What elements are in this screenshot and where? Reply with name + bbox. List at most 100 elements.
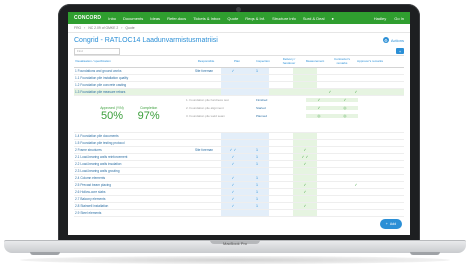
status-cell[interactable] [269, 210, 293, 216]
sub-status-cell[interactable]: ◎ [332, 106, 358, 110]
row-label[interactable]: 1.2 Foundation pile concrete casting [74, 82, 187, 88]
row-label[interactable]: 1.4 Foundation pile documents [74, 133, 187, 139]
table-row[interactable]: 1.3 Foundation pile measure rebars ✓ ✓ [74, 89, 404, 96]
row-label[interactable]: 2.7 Balcony elements [74, 196, 187, 202]
status-cell[interactable]: ✓ [221, 203, 245, 209]
table-row[interactable]: 1.4 Foundation pile documents [74, 133, 404, 140]
nav-item[interactable]: Tickets & Inbox [193, 16, 220, 21]
logout-link[interactable]: Go In [394, 16, 404, 21]
status-cell[interactable] [343, 168, 369, 174]
status-cell[interactable] [221, 75, 245, 81]
status-cell[interactable] [317, 68, 343, 74]
user-menu[interactable]: Hadley [374, 16, 386, 21]
status-cell[interactable]: ✓ [221, 182, 245, 188]
status-cell[interactable]: ✓ [293, 203, 317, 209]
status-cell[interactable] [343, 75, 369, 81]
status-cell[interactable]: ✓ ✓ [221, 147, 245, 153]
status-cell[interactable] [343, 140, 369, 146]
sub-status-cell[interactable]: ✓ [306, 98, 332, 102]
column-header[interactable]: Contractor's remarks [328, 56, 356, 67]
status-cell[interactable]: 1 [245, 68, 269, 74]
row-label[interactable]: 2.2 Load-bearing walls insulation [74, 161, 187, 167]
sub-status-cell[interactable]: ◎ [306, 114, 332, 118]
status-cell[interactable] [269, 175, 293, 181]
status-cell[interactable] [269, 182, 293, 188]
status-cell[interactable] [245, 140, 269, 146]
status-cell[interactable]: ✓ [293, 182, 317, 188]
status-cell[interactable] [317, 133, 343, 139]
table-row[interactable]: 2.4 Column elements ✓ 1 [74, 175, 404, 182]
status-cell[interactable]: ✓ [293, 189, 317, 195]
status-cell[interactable] [269, 89, 293, 95]
app-logo[interactable]: CONCORD [74, 15, 101, 21]
status-cell[interactable]: ✓ [221, 154, 245, 160]
status-cell[interactable] [293, 133, 317, 139]
table-row[interactable]: 2.3 Load-bearing walls grouting [74, 168, 404, 175]
status-cell[interactable] [343, 210, 369, 216]
status-cell[interactable] [245, 168, 269, 174]
status-cell[interactable] [293, 75, 317, 81]
table-row[interactable]: 2.5 Precast beam placing ✓ 1 ✓ ✓ [74, 182, 404, 189]
status-cell[interactable]: ✓ [221, 189, 245, 195]
table-row[interactable]: 1.2 Foundation pile concrete casting [74, 82, 404, 89]
column-header[interactable]: Plan [224, 56, 250, 67]
status-cell[interactable] [269, 196, 293, 202]
table-row[interactable]: 1 Foundations and ground works Site forem… [74, 68, 404, 75]
status-cell[interactable] [269, 133, 293, 139]
sub-inspection-row[interactable]: 3. Foundation pile weld seam Planned ◎ ◎ [186, 112, 404, 120]
add-button[interactable]: + [396, 48, 404, 54]
table-row[interactable]: 1.5 Foundation pile testing protocol [74, 140, 404, 147]
table-row[interactable]: 2 Frame structures Site foreman ✓ ✓ 1 ✓ [74, 147, 404, 154]
status-cell[interactable] [293, 210, 317, 216]
status-cell[interactable]: ✓ [317, 89, 343, 95]
breadcrumb-item[interactable]: FRG [74, 26, 81, 30]
status-cell[interactable]: ✓ ✓ [293, 154, 317, 160]
status-cell[interactable] [317, 175, 343, 181]
status-cell[interactable]: 1 [245, 175, 269, 181]
sub-status-cell[interactable]: ✓ [332, 98, 358, 102]
status-cell[interactable] [221, 210, 245, 216]
nav-item[interactable]: Reqs & Inf. [245, 16, 265, 21]
status-cell[interactable] [293, 68, 317, 74]
table-row[interactable]: 2.1 Load-bearing walls reinforcement ✓ 1 ✓ … [74, 154, 404, 161]
column-header[interactable]: Inspection [250, 56, 276, 67]
status-cell[interactable] [317, 140, 343, 146]
status-cell[interactable]: ✓ [293, 161, 317, 167]
status-cell[interactable] [269, 75, 293, 81]
status-cell[interactable] [293, 140, 317, 146]
row-label[interactable]: 1 Foundations and ground works [74, 68, 187, 74]
status-cell[interactable] [343, 154, 369, 160]
actions-button[interactable]: ⚙ Actions [382, 37, 404, 43]
status-cell[interactable] [221, 82, 245, 88]
status-cell[interactable] [269, 161, 293, 167]
status-cell[interactable]: ✓ [221, 196, 245, 202]
status-cell[interactable] [317, 210, 343, 216]
status-cell[interactable]: 1 [245, 154, 269, 160]
status-cell[interactable]: ✓ [221, 175, 245, 181]
status-cell[interactable] [317, 196, 343, 202]
status-cell[interactable] [269, 82, 293, 88]
status-cell[interactable] [343, 82, 369, 88]
status-cell[interactable] [245, 89, 269, 95]
status-cell[interactable] [343, 196, 369, 202]
status-cell[interactable] [293, 168, 317, 174]
status-cell[interactable] [269, 203, 293, 209]
status-cell[interactable] [317, 147, 343, 153]
column-header[interactable]: Responsible [188, 56, 224, 67]
nav-item[interactable]: Structure info [272, 16, 296, 21]
table-row[interactable]: 2.6 Hollow-core slabs ✓ 1 ✓ [74, 189, 404, 196]
nav-item[interactable]: Refer.docs [167, 16, 186, 21]
nav-item[interactable]: ● [331, 16, 333, 21]
sub-inspection-row[interactable]: 2. Foundation pile alignment Started ✓ ◎ [186, 104, 404, 112]
status-cell[interactable] [317, 182, 343, 188]
status-cell[interactable] [343, 68, 369, 74]
status-cell[interactable]: 1 [245, 161, 269, 167]
status-cell[interactable] [293, 196, 317, 202]
status-cell[interactable] [245, 82, 269, 88]
nav-item[interactable]: Inbo [108, 16, 116, 21]
table-row[interactable]: 1.1 Foundation pile installation quality [74, 75, 404, 82]
status-cell[interactable] [269, 147, 293, 153]
status-cell[interactable] [317, 75, 343, 81]
nav-item[interactable]: Ideas [150, 16, 160, 21]
column-header[interactable]: Visualisation / specification [74, 56, 188, 67]
